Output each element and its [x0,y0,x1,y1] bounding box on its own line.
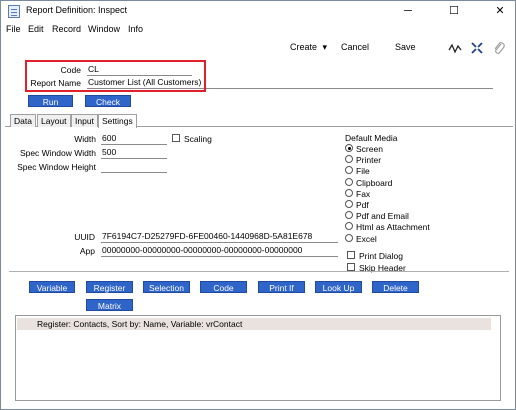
cancel-button[interactable]: Cancel [341,42,369,52]
highlight-box [25,60,206,92]
menu-bar: File Edit Record Window Info [1,22,515,38]
spec-window-width-field[interactable]: 500 [101,147,167,159]
media-screen-label: Screen [356,144,383,154]
media-pdf-and-email-label: Pdf and Email [356,211,409,221]
scaling-checkbox[interactable] [172,134,180,142]
media-clipboard-label: Clipboard [356,178,393,188]
report-definition-window: Report Definition: Inspect ─ ☐ ✕ File Ed… [0,0,516,410]
matrix-button[interactable]: Matrix [86,299,133,311]
media-html-as-attachment-label: Html as Attachment [356,222,430,232]
radio-clipboard[interactable] [345,178,353,186]
toolbar: Create ▾ Cancel Save [1,38,515,58]
menu-info[interactable]: Info [128,24,143,34]
uuid-field: 7F6194C7-D25279FD-6FE00460-1440968D-5A81… [101,231,338,243]
spec-window-height-field[interactable] [101,161,167,173]
radio-printer[interactable] [345,155,353,163]
menu-edit[interactable]: Edit [28,24,44,34]
chevron-down-icon: ▾ [322,42,328,52]
print-dialog-checkbox[interactable] [347,251,355,259]
default-media-label: Default Media [345,133,398,143]
variable-button[interactable]: Variable [29,281,75,293]
menu-file[interactable]: File [6,24,21,34]
look-up-button[interactable]: Look Up [315,281,362,293]
title-bar: Report Definition: Inspect ─ ☐ ✕ [1,1,515,22]
radio-pdf-and-email[interactable] [345,211,353,219]
width-field[interactable]: 600 [101,133,167,145]
app-label: App [79,246,95,256]
section-divider [9,271,509,272]
spec-window-width-label: Spec Window Width [19,148,96,158]
radio-excel[interactable] [345,234,353,242]
radio-html-as-attachment[interactable] [345,222,353,230]
menu-window[interactable]: Window [88,24,120,34]
print-dialog-label: Print Dialog [359,251,403,261]
media-excel-label: Excel [356,234,377,244]
uuid-label: UUID [74,232,95,242]
radio-file[interactable] [345,166,353,174]
scaling-label: Scaling [184,134,212,144]
register-button[interactable]: Register [86,281,133,293]
selection-button[interactable]: Selection [143,281,190,293]
radio-pdf[interactable] [345,200,353,208]
tab-layout[interactable]: Layout [37,114,71,127]
list-item[interactable]: Register: Contacts, Sort by: Name, Varia… [17,318,491,330]
radio-fax[interactable] [345,189,353,197]
media-printer-label: Printer [356,155,382,165]
print-if-button[interactable]: Print If [258,281,305,293]
close-button[interactable]: ✕ [485,1,515,22]
media-file-label: File [356,166,370,176]
tab-settings[interactable]: Settings [98,114,137,128]
media-pdf-label: Pdf [356,200,369,210]
menu-record[interactable]: Record [52,24,81,34]
code-button[interactable]: Code [200,281,247,293]
create-button[interactable]: Create ▾ [290,42,327,53]
app-field[interactable]: 00000000-00000000-00000000-00000000-0000… [101,245,338,257]
skip-header-checkbox[interactable] [347,263,355,271]
paperclip-icon[interactable] [492,41,506,55]
tab-input[interactable]: Input [71,114,98,127]
spec-window-height-label: Spec Window Height [17,162,96,172]
check-button[interactable]: Check [85,95,131,107]
minimize-button[interactable]: ─ [393,1,423,22]
collapse-icon[interactable] [470,41,484,55]
tab-data[interactable]: Data [10,114,36,127]
pulse-icon[interactable] [448,41,462,55]
maximize-button[interactable]: ☐ [439,1,469,22]
delete-button[interactable]: Delete [372,281,419,293]
window-title: Report Definition: Inspect [26,5,128,15]
run-button[interactable]: Run [28,95,73,107]
definition-list[interactable]: Register: Contacts, Sort by: Name, Varia… [15,315,501,401]
create-label: Create [290,42,318,52]
width-label: Width [74,134,96,144]
media-fax-label: Fax [356,189,371,199]
save-button[interactable]: Save [395,42,416,52]
radio-screen[interactable] [345,144,353,152]
app-icon [8,5,20,18]
